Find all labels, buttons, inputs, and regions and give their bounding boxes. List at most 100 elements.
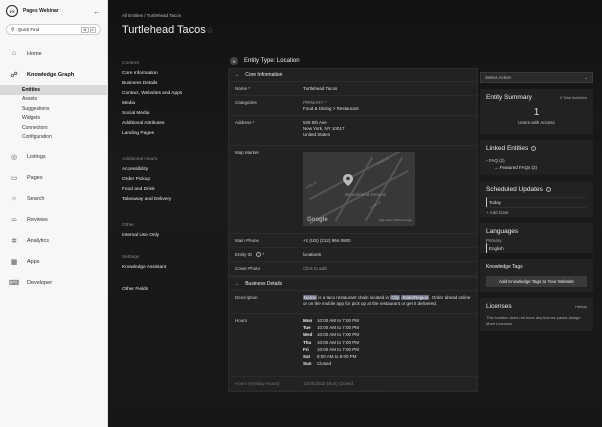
nav-item-apps[interactable]: ▦ Apps: [0, 251, 107, 272]
sidebar-header: YX Pages Webinar ←: [0, 0, 107, 22]
total-activities[interactable]: 0 Total Activities: [560, 96, 587, 100]
field-label: Categories: [235, 100, 257, 105]
hours-time: 10:00 AM to 7:00 PM: [317, 332, 360, 338]
field-row-hours[interactable]: Hours Mon 10:00 AM to 7:00 PM Tue 10:00 AM…: [229, 314, 477, 378]
hours-time: 10:00 AM to 7:00 PM: [317, 318, 360, 323]
language-english[interactable]: English: [486, 243, 587, 253]
nav-item-listings[interactable]: ◎ Listings: [0, 146, 107, 167]
section-link-food-and-drink[interactable]: Food and Drink: [122, 184, 212, 194]
nav-label: Reviews: [27, 216, 48, 223]
info-icon[interactable]: i: [531, 146, 537, 151]
day-label: Wed: [303, 332, 313, 338]
sub-item-assets[interactable]: Assets: [0, 95, 107, 105]
field-row-map-marker[interactable]: Map Marker E 46th St E 45th St E 44th St: [229, 146, 477, 234]
nav-item-home[interactable]: ⌂ Home: [0, 43, 107, 64]
map-pin-icon[interactable]: [343, 174, 353, 186]
section-link-landing-pages[interactable]: Landing Pages: [122, 128, 212, 138]
google-logo: Google: [307, 217, 328, 223]
section-link-media[interactable]: Media: [122, 98, 212, 108]
holiday-hours-value[interactable]: 12/25/2022 (Sun) Closed: [301, 377, 477, 390]
section-link-accessibility[interactable]: Accessibility: [122, 164, 212, 174]
quick-find-input[interactable]: ⚲ Quick Find ⌘ K: [6, 24, 101, 35]
description-value[interactable]: Name is a taco restaurant chain located …: [301, 291, 477, 313]
name-value[interactable]: Turtlehead Tacos: [301, 82, 477, 95]
sub-item-suggestions[interactable]: Suggestions: [0, 104, 107, 114]
knowledge-graph-submenu: Entities Assets Suggestions Widgets Conn…: [0, 85, 107, 142]
nav-label: Knowledge Graph: [27, 71, 75, 78]
section-link-other-fields[interactable]: Other Fields: [122, 284, 212, 294]
nav-item-analytics[interactable]: ✲ Analytics: [0, 230, 107, 251]
business-details-header[interactable]: ⌄ Business Details: [229, 278, 477, 291]
linked-entities-title: Linked Entities: [486, 145, 529, 152]
collapse-back-icon[interactable]: ←: [93, 7, 101, 16]
sub-item-entities[interactable]: Entities: [0, 85, 107, 95]
field-row-address[interactable]: Address * 529 5th Ave New York, NY 10017…: [229, 116, 477, 146]
nav-label: Listings: [27, 153, 46, 160]
select-action-dropdown[interactable]: Select Action ⌄: [480, 72, 593, 83]
add-knowledge-tags-button[interactable]: Add Knowledge Tags to Your Website: [486, 276, 587, 287]
add-date-button[interactable]: + Add Date: [486, 207, 587, 217]
section-link-internal-use-only[interactable]: Internal Use Only: [122, 230, 212, 240]
categories-value[interactable]: PRIMARY * Food & Dining > Restaurant: [301, 96, 477, 115]
description-text: is a taco restaurant chain located in: [317, 295, 391, 300]
home-icon: ⌂: [11, 50, 17, 57]
nav-item-reviews[interactable]: ⌓ Reviews: [0, 209, 107, 230]
sub-item-configuration[interactable]: Configuration: [0, 133, 107, 143]
right-panel: Select Action ⌄ Entity Summary 0 Total A…: [480, 72, 593, 331]
sub-item-connectors[interactable]: Connectors: [0, 123, 107, 133]
sub-item-widgets[interactable]: Widgets: [0, 114, 107, 124]
chevron-down-icon: ⌄: [235, 72, 240, 78]
entity-type-label: Entity Type: Location: [244, 58, 300, 64]
entity-id-value[interactable]: location5: [301, 248, 477, 261]
core-information-header[interactable]: ⌄ Core Information: [229, 69, 477, 82]
section-link-social-media[interactable]: Social Media: [122, 108, 212, 118]
star-icon[interactable]: ☆: [206, 25, 214, 36]
section-link-core-information[interactable]: Core Information: [122, 68, 212, 78]
nav-item-knowledge-graph[interactable]: ☍ Knowledge Graph: [0, 64, 107, 85]
map-place-label: Wonderland Dreams: [345, 192, 387, 197]
licenses-text[interactable]: This location does not have any license …: [486, 315, 587, 326]
main-phone-value[interactable]: +1 (US) (212) 994-3900: [301, 234, 477, 247]
cover-photo-add[interactable]: Click to add: [301, 262, 477, 275]
section-link-takeaway-delivery[interactable]: Takeaway and Delivery: [122, 194, 212, 204]
select-action-label: Select Action: [485, 75, 512, 80]
section-link-knowledge-assistant[interactable]: Knowledge Assistant: [122, 262, 212, 272]
hours-value[interactable]: Mon 10:00 AM to 7:00 PM Tue 10:00 AM to 7:…: [301, 314, 477, 376]
info-icon[interactable]: i: [256, 252, 262, 257]
section-link-order-pickup[interactable]: Order Pickup: [122, 174, 212, 184]
section-link-contact[interactable]: Contact, Websites and Apps: [122, 88, 212, 98]
field-row-main-phone[interactable]: Main Phone +1 (US) (212) 994-3900: [229, 234, 477, 248]
hours-time: 10:00 AM to 7:00 PM: [317, 325, 360, 331]
field-row-description[interactable]: Description Name is a taco restaurant ch…: [229, 291, 477, 314]
nav-item-pages[interactable]: ▭ Pages: [0, 167, 107, 188]
field-label: Entity ID i *: [229, 248, 301, 261]
map-street-label: E 45th St: [304, 180, 318, 190]
section-link-additional-attributes[interactable]: Additional Attributes: [122, 118, 212, 128]
field-row-categories[interactable]: Categories PRIMARY * Food & Dining > Res…: [229, 96, 477, 116]
field-row-name[interactable]: Name * Turtlehead Tacos: [229, 82, 477, 96]
address-value[interactable]: 529 5th Ave New York, NY 10017 United St…: [301, 116, 477, 145]
info-icon[interactable]: i: [545, 187, 551, 192]
hours-time: Closed: [317, 361, 332, 367]
licenses-header: Licenses History: [486, 303, 587, 310]
field-row-holiday-hours[interactable]: Hours (Holiday Hours) 12/25/2022 (Sun) C…: [229, 377, 477, 392]
field-row-entity-id[interactable]: Entity ID i * location5: [229, 248, 477, 262]
search-icon: ⚲: [11, 26, 15, 33]
featured-faqs-link[interactable]: → Featured FAQs (2): [486, 165, 587, 170]
nav-item-developer[interactable]: ⌨ Developer: [0, 272, 107, 293]
faq-link[interactable]: ▫ FAQ (2): [486, 158, 587, 163]
location-pin-icon: ⌖: [230, 57, 238, 65]
today-item[interactable]: Today: [486, 197, 587, 207]
nav-item-search[interactable]: ☼ Search: [0, 188, 107, 209]
map-marker-map[interactable]: E 46th St E 45th St E 44th St Wonderland…: [303, 152, 415, 226]
listings-icon: ◎: [10, 153, 18, 161]
map-street-label: E 44th St: [368, 200, 382, 210]
hours-time: 8:00 AM to 8:00 PM: [317, 353, 357, 359]
business-details-card: ⌄ Business Details Description Name is a…: [228, 277, 478, 393]
day-label: Thu: [303, 339, 312, 345]
field-row-cover-photo[interactable]: Cover Photo Click to add: [229, 262, 477, 276]
licenses-history-link[interactable]: History: [575, 305, 587, 309]
section-link-business-details[interactable]: Business Details: [122, 78, 212, 88]
breadcrumb[interactable]: All Entities / Turtlehead Tacos: [122, 13, 181, 18]
shortcut-k-key: K: [89, 26, 96, 33]
